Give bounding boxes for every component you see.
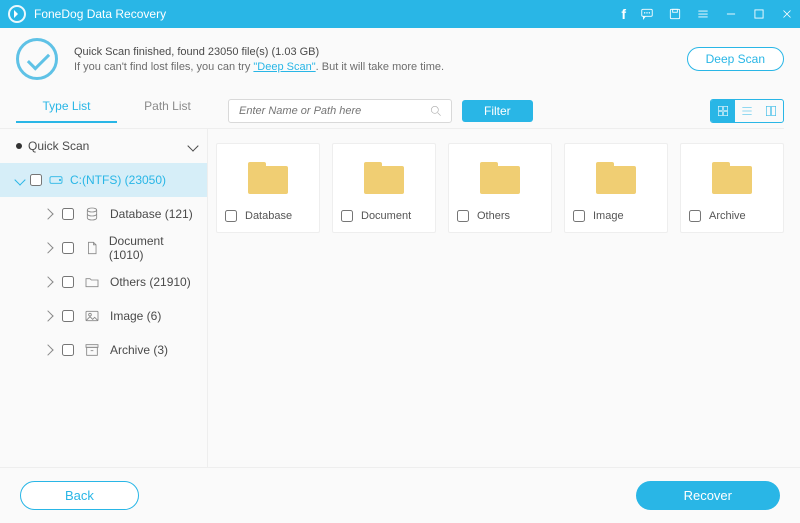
save-icon[interactable]	[668, 7, 682, 21]
folder-tile-database[interactable]: Database	[216, 143, 320, 233]
tab-type-list[interactable]: Type List	[16, 99, 117, 123]
folder-label: Others	[477, 210, 510, 222]
sidebar-item-label: Image (6)	[110, 309, 161, 323]
chevron-down-icon	[14, 174, 25, 185]
recover-button[interactable]: Recover	[636, 481, 780, 510]
folder-checkbox[interactable]	[573, 210, 585, 222]
view-grid-button[interactable]	[711, 100, 735, 122]
deep-scan-link[interactable]: "Deep Scan"	[253, 61, 315, 73]
footer: Back Recover	[0, 467, 800, 523]
folder-icon	[364, 162, 404, 194]
search-box[interactable]	[228, 99, 452, 123]
app-title: FoneDog Data Recovery	[34, 7, 166, 21]
sidebar-item-checkbox[interactable]	[62, 208, 74, 220]
tab-path-list[interactable]: Path List	[117, 99, 218, 123]
database-icon	[84, 206, 100, 222]
sidebar-drive[interactable]: C:(NTFS) (23050)	[0, 163, 207, 197]
document-icon	[84, 240, 99, 256]
image-icon	[84, 308, 100, 324]
sidebar: Quick Scan C:(NTFS) (23050) Database (12…	[0, 128, 208, 506]
drive-icon	[48, 172, 64, 188]
chevron-right-icon	[42, 208, 53, 219]
chevron-right-icon	[42, 242, 53, 253]
sidebar-item-image[interactable]: Image (6)	[0, 299, 207, 333]
sidebar-item-database[interactable]: Database (121)	[0, 197, 207, 231]
sidebar-item-label: Archive (3)	[110, 343, 168, 357]
sidebar-item-label: Others (21910)	[110, 275, 191, 289]
sidebar-item-checkbox[interactable]	[62, 310, 74, 322]
sidebar-item-document[interactable]: Document (1010)	[0, 231, 207, 265]
titlebar: FoneDog Data Recovery f	[0, 0, 800, 28]
folder-label: Document	[361, 210, 411, 222]
maximize-icon[interactable]	[752, 7, 766, 21]
checkmark-icon	[16, 38, 58, 80]
sidebar-item-archive[interactable]: Archive (3)	[0, 333, 207, 367]
sidebar-item-checkbox[interactable]	[62, 242, 74, 254]
folder-label: Archive	[709, 210, 746, 222]
folder-icon	[84, 274, 100, 290]
feedback-icon[interactable]	[640, 7, 654, 21]
folder-grid: Database Document Others Image Archive	[208, 128, 784, 506]
folder-tile-document[interactable]: Document	[332, 143, 436, 233]
sidebar-root-label: Quick Scan	[28, 139, 89, 153]
status-line-1: Quick Scan finished, found 23050 file(s)…	[74, 46, 444, 58]
folder-checkbox[interactable]	[225, 210, 237, 222]
folder-checkbox[interactable]	[341, 210, 353, 222]
status-line-2: If you can't find lost files, you can tr…	[74, 61, 444, 73]
back-button[interactable]: Back	[20, 481, 139, 510]
sidebar-item-label: Document (1010)	[109, 234, 197, 262]
sidebar-item-label: Database (121)	[110, 207, 193, 221]
chevron-right-icon	[42, 310, 53, 321]
folder-label: Image	[593, 210, 624, 222]
folder-tile-image[interactable]: Image	[564, 143, 668, 233]
sidebar-drive-label: C:(NTFS) (23050)	[70, 173, 166, 187]
facebook-icon[interactable]: f	[621, 6, 626, 22]
view-list-button[interactable]	[735, 100, 759, 122]
sidebar-drive-checkbox[interactable]	[30, 174, 42, 186]
search-icon	[429, 104, 443, 118]
menu-icon[interactable]	[696, 7, 710, 21]
sidebar-item-others[interactable]: Others (21910)	[0, 265, 207, 299]
folder-icon	[480, 162, 520, 194]
folder-tile-archive[interactable]: Archive	[680, 143, 784, 233]
deep-scan-button[interactable]: Deep Scan	[687, 47, 784, 71]
folder-icon	[248, 162, 288, 194]
chevron-right-icon	[42, 344, 53, 355]
chevron-down-icon	[187, 140, 198, 151]
sidebar-item-checkbox[interactable]	[62, 344, 74, 356]
search-input[interactable]	[237, 104, 429, 118]
folder-icon	[712, 162, 752, 194]
bullet-icon	[16, 143, 22, 149]
folder-tile-others[interactable]: Others	[448, 143, 552, 233]
view-mode-group	[710, 99, 784, 123]
app-logo-icon	[8, 5, 26, 23]
toolbar: Type List Path List Filter	[0, 94, 800, 128]
chevron-right-icon	[42, 276, 53, 287]
minimize-icon[interactable]	[724, 7, 738, 21]
sidebar-item-checkbox[interactable]	[62, 276, 74, 288]
folder-icon	[596, 162, 636, 194]
close-icon[interactable]	[780, 7, 794, 21]
sidebar-root-quick-scan[interactable]: Quick Scan	[0, 129, 207, 163]
archive-icon	[84, 342, 100, 358]
view-detail-button[interactable]	[759, 100, 783, 122]
folder-label: Database	[245, 210, 292, 222]
folder-checkbox[interactable]	[457, 210, 469, 222]
status-panel: Quick Scan finished, found 23050 file(s)…	[0, 28, 800, 94]
filter-button[interactable]: Filter	[462, 100, 533, 122]
folder-checkbox[interactable]	[689, 210, 701, 222]
